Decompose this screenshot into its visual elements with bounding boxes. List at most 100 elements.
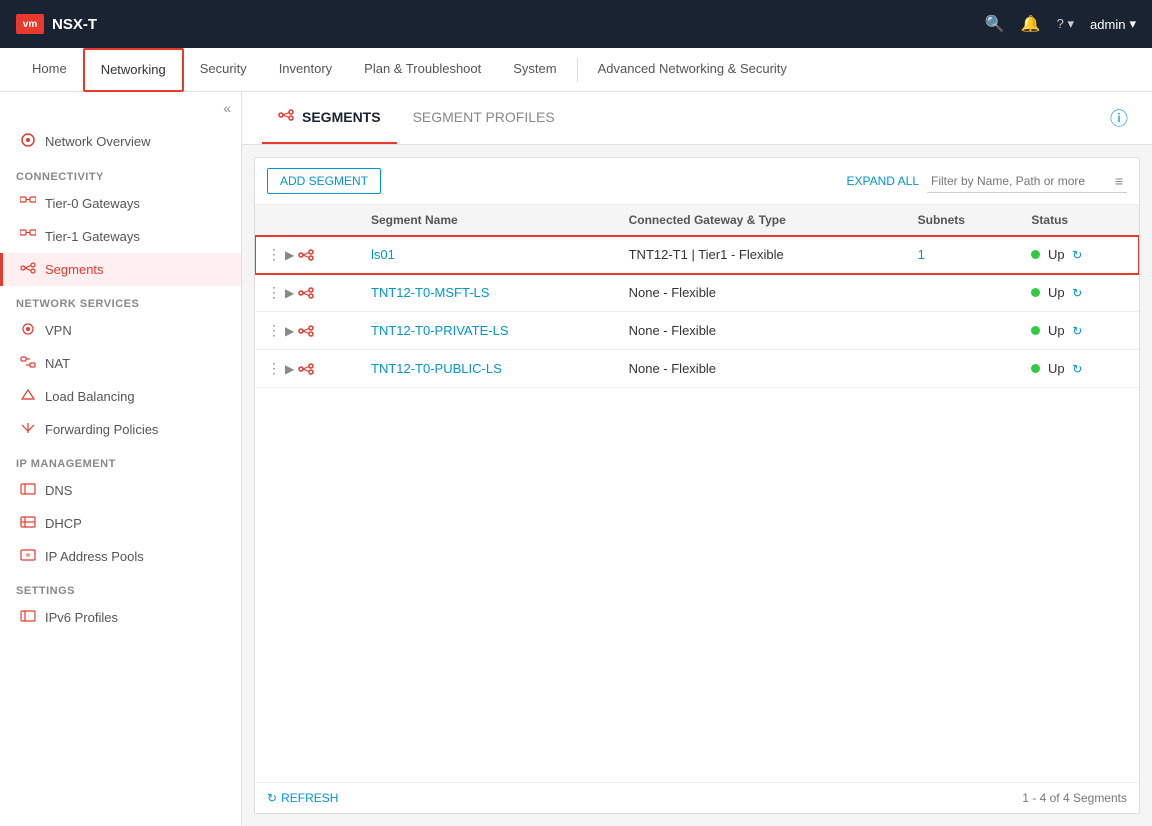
row4-dots-menu[interactable]: ⋮	[267, 360, 281, 377]
expand-all-button[interactable]: EXPAND ALL	[847, 174, 919, 188]
nav-system[interactable]: System	[497, 48, 572, 92]
sidebar-item-tier1[interactable]: Tier-1 Gateways	[0, 220, 241, 253]
pagination-info: 1 - 4 of 4 Segments	[1022, 791, 1127, 805]
row2-dots-menu[interactable]: ⋮	[267, 284, 281, 301]
sidebar-item-ipv6-profiles[interactable]: IPv6 Profiles	[0, 601, 241, 634]
help-menu[interactable]: ? ▾	[1057, 16, 1074, 32]
row3-name: TNT12-T0-PRIVATE-LS	[359, 312, 617, 350]
sidebar-item-forwarding-policies[interactable]: Forwarding Policies	[0, 413, 241, 446]
filter-input-wrap: ≡	[927, 170, 1127, 193]
row1-status-dot	[1031, 250, 1040, 259]
sidebar-label-dhcp: DHCP	[45, 516, 82, 531]
help-icon[interactable]: ⓘ	[1106, 105, 1132, 131]
sidebar-label-network-overview: Network Overview	[45, 134, 150, 149]
tab-segment-profiles[interactable]: SEGMENT PROFILES	[397, 92, 571, 144]
ipv6-profiles-icon	[19, 609, 37, 626]
row4-gateway-text: None - Flexible	[629, 361, 716, 376]
nav-inventory[interactable]: Inventory	[263, 48, 348, 92]
sidebar-item-load-balancing[interactable]: Load Balancing	[0, 380, 241, 413]
row1-name-link[interactable]: ls01	[371, 247, 395, 262]
row2-status: Up ↻	[1019, 274, 1139, 312]
row3-dots-menu[interactable]: ⋮	[267, 322, 281, 339]
row3-status-dot	[1031, 326, 1040, 335]
topbar: vm NSX-T 🔍 🔔 ? ▾ admin ▾	[0, 0, 1152, 48]
row3-name-link[interactable]: TNT12-T0-PRIVATE-LS	[371, 323, 508, 338]
sidebar-label-nat: NAT	[45, 356, 70, 371]
row1-gateway-text: TNT12-T1 | Tier1 - Flexible	[629, 247, 784, 262]
sidebar-section-settings: Settings	[0, 573, 241, 601]
table-footer: ↻ REFRESH 1 - 4 of 4 Segments	[255, 782, 1139, 813]
nav-home[interactable]: Home	[16, 48, 83, 92]
row2-subnets	[906, 274, 1020, 312]
row1-subnets-link[interactable]: 1	[918, 247, 925, 262]
forwarding-policies-icon	[19, 421, 37, 438]
user-menu[interactable]: admin ▾	[1090, 16, 1136, 32]
table-row: ⋮ ▶ TNT12-T0-PRIVATE-LS None - Flexible	[255, 312, 1139, 350]
content-area: SEGMENTS SEGMENT PROFILES ⓘ ADD SEGMENT …	[242, 92, 1152, 826]
row1-status-text: Up	[1048, 247, 1065, 262]
nav-networking[interactable]: Networking	[83, 48, 184, 92]
tier0-icon	[19, 195, 37, 212]
bell-icon[interactable]: 🔔	[1021, 14, 1041, 34]
row3-status: Up ↻	[1019, 312, 1139, 350]
search-icon[interactable]: 🔍	[985, 14, 1005, 34]
row2-refresh-icon[interactable]: ↻	[1072, 286, 1082, 300]
row4-expand[interactable]: ▶	[285, 362, 294, 376]
refresh-button[interactable]: ↻ REFRESH	[267, 791, 338, 805]
tab-segments[interactable]: SEGMENTS	[262, 92, 397, 144]
sidebar-label-ip-address-pools: IP Address Pools	[45, 549, 144, 564]
sidebar-item-ip-address-pools[interactable]: IP Address Pools	[0, 540, 241, 573]
row1-status: Up ↻	[1019, 236, 1139, 274]
row4-name-link[interactable]: TNT12-T0-PUBLIC-LS	[371, 361, 502, 376]
row1-dots-menu[interactable]: ⋮	[267, 246, 281, 263]
sidebar-item-vpn[interactable]: VPN	[0, 314, 241, 347]
row2-name-link[interactable]: TNT12-T0-MSFT-LS	[371, 285, 489, 300]
sidebar-label-segments: Segments	[45, 262, 104, 277]
col-actions	[255, 205, 359, 236]
sidebar-item-nat[interactable]: NAT	[0, 347, 241, 380]
sidebar-section-ip-management: IP Management	[0, 446, 241, 474]
content-tabs-header: SEGMENTS SEGMENT PROFILES ⓘ	[242, 92, 1152, 145]
table-body: ⋮ ▶ ls01 TNT12-T1 | Tier1 - Flexible	[255, 236, 1139, 388]
app-title: NSX-T	[52, 16, 97, 33]
row4-gateway: None - Flexible	[617, 350, 906, 388]
tier1-icon	[19, 228, 37, 245]
row4-status-dot	[1031, 364, 1040, 373]
sidebar-item-segments[interactable]: Segments	[0, 253, 241, 286]
row3-expand[interactable]: ▶	[285, 324, 294, 338]
table-row: ⋮ ▶ TNT12-T0-PUBLIC-LS None - Flexible	[255, 350, 1139, 388]
col-status: Status	[1019, 205, 1139, 236]
sidebar-item-network-overview[interactable]: Network Overview	[0, 124, 241, 159]
segments-icon	[19, 261, 37, 278]
row4-actions: ⋮ ▶	[255, 350, 359, 388]
row2-segment-icon	[298, 286, 314, 300]
table-row: ⋮ ▶ TNT12-T0-MSFT-LS None - Flexible	[255, 274, 1139, 312]
row1-actions: ⋮ ▶	[255, 236, 359, 274]
sidebar-item-dhcp[interactable]: DHCP	[0, 507, 241, 540]
user-chevron: ▾	[1129, 16, 1136, 32]
row3-actions: ⋮ ▶	[255, 312, 359, 350]
row3-refresh-icon[interactable]: ↻	[1072, 324, 1082, 338]
tab-segments-label: SEGMENTS	[302, 109, 381, 125]
row4-name: TNT12-T0-PUBLIC-LS	[359, 350, 617, 388]
nav-advanced[interactable]: Advanced Networking & Security	[582, 48, 803, 92]
navbar: Home Networking Security Inventory Plan …	[0, 48, 1152, 92]
row2-expand[interactable]: ▶	[285, 286, 294, 300]
username: admin	[1090, 17, 1125, 32]
table-wrapper: Segment Name Connected Gateway & Type Su…	[255, 205, 1139, 782]
row4-refresh-icon[interactable]: ↻	[1072, 362, 1082, 376]
refresh-label: REFRESH	[281, 791, 338, 805]
nav-security[interactable]: Security	[184, 48, 263, 92]
nav-plan[interactable]: Plan & Troubleshoot	[348, 48, 497, 92]
add-segment-button[interactable]: ADD SEGMENT	[267, 168, 381, 194]
filter-input[interactable]	[927, 170, 1127, 193]
sidebar-item-dns[interactable]: DNS	[0, 474, 241, 507]
table-row: ⋮ ▶ ls01 TNT12-T1 | Tier1 - Flexible	[255, 236, 1139, 274]
row1-expand[interactable]: ▶	[285, 248, 294, 262]
row4-status-text: Up	[1048, 361, 1065, 376]
col-gateway: Connected Gateway & Type	[617, 205, 906, 236]
row1-refresh-icon[interactable]: ↻	[1072, 248, 1082, 262]
sidebar-collapse-btn[interactable]: «	[223, 100, 231, 116]
sidebar-item-tier0[interactable]: Tier-0 Gateways	[0, 187, 241, 220]
row2-name: TNT12-T0-MSFT-LS	[359, 274, 617, 312]
